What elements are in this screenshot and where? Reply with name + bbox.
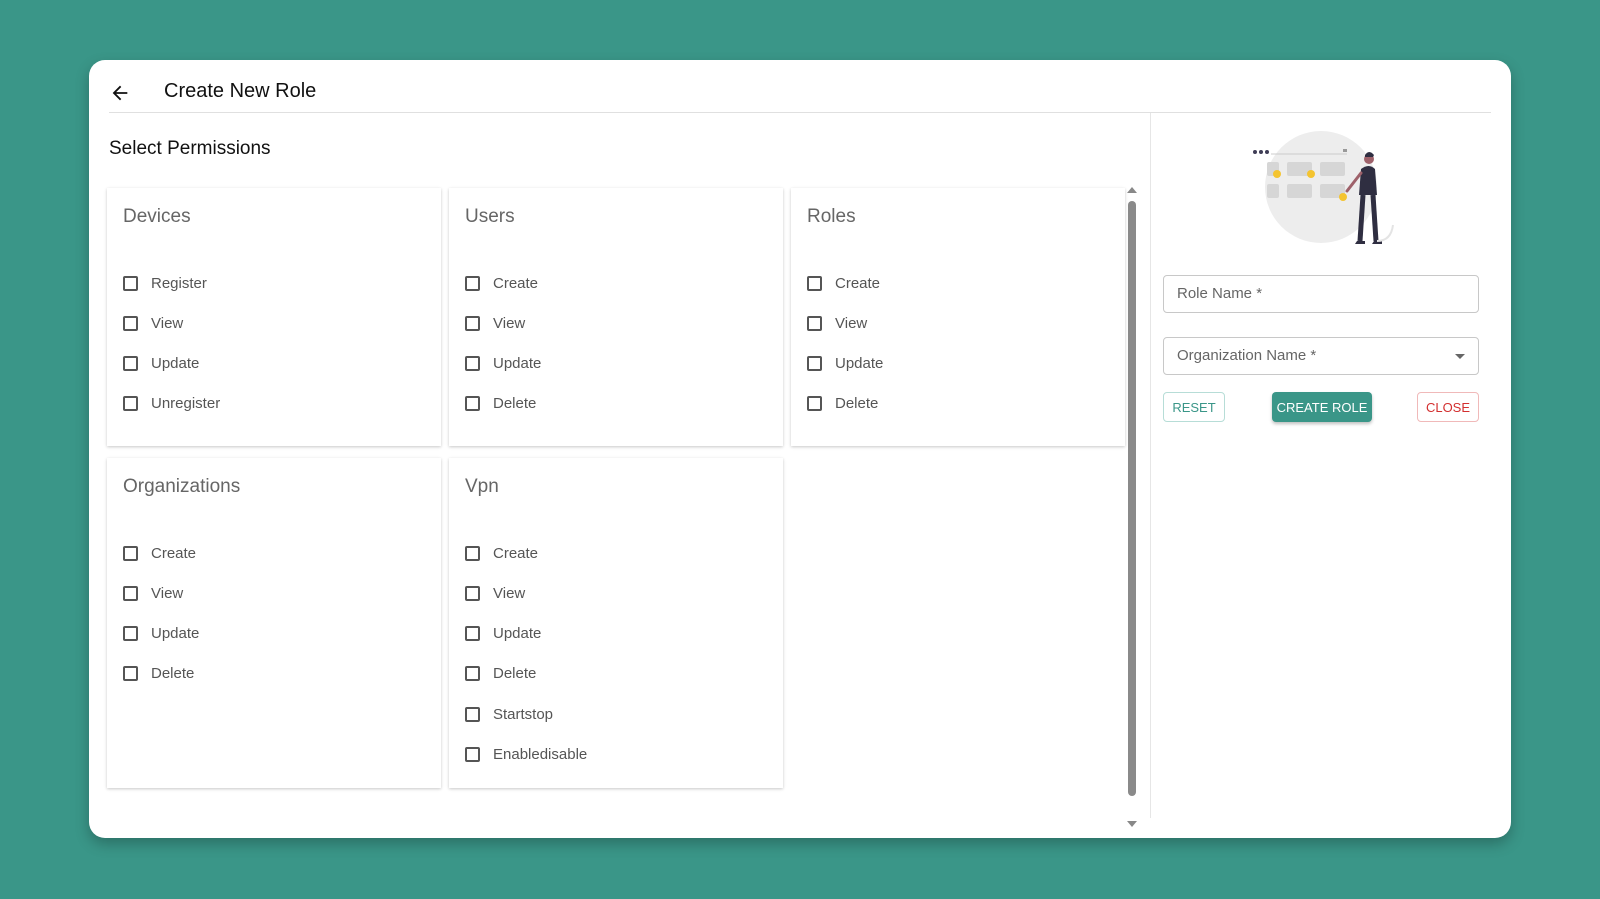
create-role-button[interactable]: CREATE ROLE bbox=[1272, 392, 1372, 422]
permission-label: View bbox=[835, 314, 868, 332]
permission-label: View bbox=[151, 584, 184, 602]
checkbox[interactable] bbox=[807, 275, 822, 291]
permission-item[interactable]: View bbox=[807, 312, 867, 334]
checkbox[interactable] bbox=[465, 746, 480, 762]
card-title: Devices bbox=[123, 206, 191, 227]
checkbox[interactable] bbox=[807, 355, 822, 371]
permission-item[interactable]: View bbox=[465, 582, 525, 604]
permission-item[interactable]: Update bbox=[123, 622, 199, 644]
organization-name-select[interactable]: Organization Name * bbox=[1163, 337, 1479, 375]
permission-item[interactable]: Startstop bbox=[465, 703, 553, 725]
checkbox[interactable] bbox=[123, 665, 138, 681]
checkbox[interactable] bbox=[807, 315, 822, 331]
permission-label: View bbox=[493, 314, 526, 332]
permission-label: Delete bbox=[493, 664, 537, 682]
vertical-scrollbar[interactable] bbox=[1125, 187, 1139, 827]
checkbox[interactable] bbox=[465, 625, 480, 641]
permission-item[interactable]: Create bbox=[465, 272, 538, 294]
organization-name-label: Organization Name * bbox=[1177, 347, 1317, 364]
permission-item[interactable]: Delete bbox=[465, 392, 536, 414]
close-button[interactable]: CLOSE bbox=[1417, 392, 1479, 422]
page-title: Create New Role bbox=[164, 80, 317, 102]
dialog-header: Create New Role bbox=[109, 76, 1491, 113]
checkbox[interactable] bbox=[123, 585, 138, 601]
permission-item[interactable]: Delete bbox=[123, 662, 194, 684]
card-title: Users bbox=[465, 206, 515, 227]
checkbox[interactable] bbox=[465, 355, 480, 371]
permission-card-roles: Roles Create View Update Delete bbox=[791, 188, 1125, 446]
permission-label: View bbox=[151, 314, 184, 332]
permission-label: View bbox=[493, 584, 526, 602]
scroll-up-arrow-icon[interactable] bbox=[1127, 187, 1137, 193]
permissions-pane: Select Permissions Devices Register View… bbox=[89, 113, 1139, 833]
permission-label: Startstop bbox=[493, 705, 554, 723]
role-illustration-image bbox=[1253, 131, 1394, 244]
card-title: Organizations bbox=[123, 476, 241, 497]
permission-item[interactable]: Unregister bbox=[123, 392, 220, 414]
checkbox[interactable] bbox=[465, 665, 480, 681]
reset-button[interactable]: RESET bbox=[1163, 392, 1225, 422]
permission-item[interactable]: View bbox=[465, 312, 525, 334]
role-name-field[interactable]: Role Name * bbox=[1163, 275, 1479, 313]
checkbox[interactable] bbox=[465, 275, 480, 291]
checkbox[interactable] bbox=[123, 355, 138, 371]
checkbox[interactable] bbox=[123, 545, 138, 561]
permission-item[interactable]: View bbox=[123, 312, 183, 334]
card-title: Vpn bbox=[465, 476, 499, 497]
permission-label: Delete bbox=[835, 394, 879, 412]
checkbox[interactable] bbox=[465, 585, 480, 601]
checkbox[interactable] bbox=[123, 315, 138, 331]
permission-label: Update bbox=[493, 354, 542, 372]
permission-label: Delete bbox=[493, 394, 537, 412]
dropdown-arrow-icon[interactable] bbox=[1455, 354, 1465, 359]
permission-item[interactable]: Update bbox=[123, 352, 199, 374]
permission-label: Update bbox=[151, 624, 200, 642]
permission-item[interactable]: Delete bbox=[465, 662, 536, 684]
role-form-pane bbox=[1151, 113, 1511, 833]
permission-label: Enabledisable bbox=[493, 745, 588, 763]
permission-item[interactable]: View bbox=[123, 582, 183, 604]
permissions-title: Select Permissions bbox=[109, 138, 271, 159]
checkbox[interactable] bbox=[465, 395, 480, 411]
permission-card-devices: Devices Register View Update Unregister bbox=[107, 188, 441, 446]
role-name-label: Role Name * bbox=[1177, 285, 1263, 302]
permission-label: Create bbox=[835, 274, 881, 292]
permission-card-vpn: Vpn Create View Update Delete Startstop … bbox=[449, 458, 783, 788]
permission-label: Update bbox=[835, 354, 884, 372]
scroll-thumb[interactable] bbox=[1128, 201, 1136, 796]
permission-label: Create bbox=[493, 544, 539, 562]
permission-item[interactable]: Update bbox=[465, 352, 541, 374]
checkbox[interactable] bbox=[465, 706, 480, 722]
create-role-dialog: Create New Role Select Permissions Devic… bbox=[89, 60, 1511, 838]
permission-item[interactable]: Delete bbox=[807, 392, 878, 414]
checkbox[interactable] bbox=[123, 275, 138, 291]
permission-item[interactable]: Create bbox=[123, 542, 196, 564]
card-title: Roles bbox=[807, 206, 856, 227]
back-arrow-icon[interactable] bbox=[109, 82, 131, 104]
permission-label: Delete bbox=[151, 664, 195, 682]
permission-label: Create bbox=[493, 274, 539, 292]
permission-item[interactable]: Enabledisable bbox=[465, 743, 587, 765]
permission-item[interactable]: Register bbox=[123, 272, 207, 294]
permission-label: Update bbox=[151, 354, 200, 372]
checkbox[interactable] bbox=[123, 395, 138, 411]
permission-card-organizations: Organizations Create View Update Delete bbox=[107, 458, 441, 788]
checkbox[interactable] bbox=[465, 315, 480, 331]
permission-label: Register bbox=[151, 274, 207, 292]
permission-label: Update bbox=[493, 624, 542, 642]
permission-item[interactable]: Create bbox=[465, 542, 538, 564]
checkbox[interactable] bbox=[123, 625, 138, 641]
permission-item[interactable]: Update bbox=[465, 622, 541, 644]
permission-label: Unregister bbox=[151, 394, 221, 412]
permission-item[interactable]: Update bbox=[807, 352, 883, 374]
scroll-down-arrow-icon[interactable] bbox=[1127, 821, 1137, 827]
permission-card-users: Users Create View Update Delete bbox=[449, 188, 783, 446]
checkbox[interactable] bbox=[807, 395, 822, 411]
permission-item[interactable]: Create bbox=[807, 272, 880, 294]
permission-label: Create bbox=[151, 544, 197, 562]
checkbox[interactable] bbox=[465, 545, 480, 561]
